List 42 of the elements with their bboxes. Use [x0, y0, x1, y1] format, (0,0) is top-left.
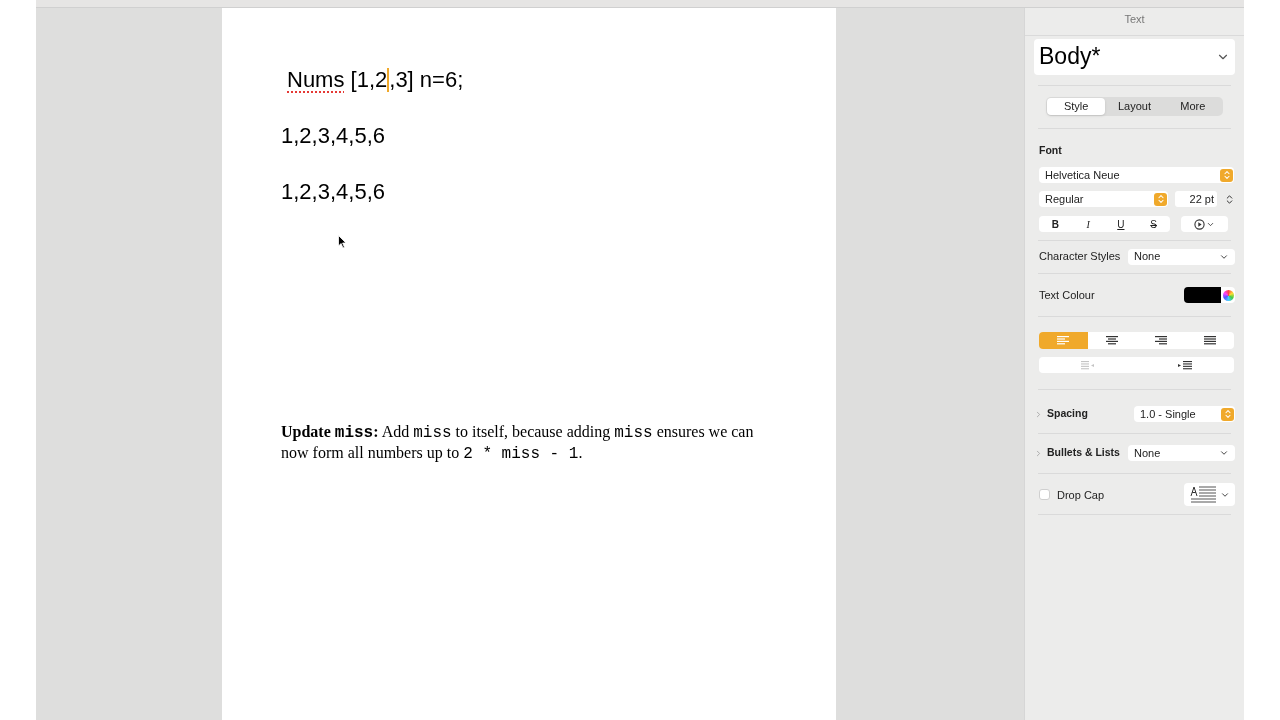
- text-cursor: [387, 68, 390, 92]
- bullets-label: Bullets & Lists: [1047, 445, 1120, 461]
- panel-title: Text: [1123, 12, 1146, 27]
- spacing-select[interactable]: 1.0 - Single: [1134, 406, 1235, 423]
- align-justify-icon: [1203, 336, 1216, 346]
- stepper-icon: [1220, 168, 1233, 182]
- font-label: Font: [1039, 142, 1063, 158]
- colour-swatch[interactable]: [1184, 287, 1221, 303]
- align-center-icon: [1106, 336, 1119, 346]
- tab[interactable]: Style: [1047, 97, 1106, 115]
- spacing-label: Spacing: [1047, 406, 1088, 422]
- drop-cap-checkbox[interactable]: [1039, 489, 1050, 501]
- format-button[interactable]: S: [1137, 216, 1170, 233]
- font-size-field[interactable]: 22 pt: [1175, 191, 1217, 208]
- text-options-button[interactable]: [1181, 216, 1228, 233]
- align-right-icon: [1154, 336, 1167, 346]
- stepper-icon: [1154, 192, 1167, 206]
- align-left-icon: [1057, 336, 1070, 346]
- tab[interactable]: Layout: [1105, 97, 1164, 115]
- play-circle-icon: [1194, 218, 1205, 230]
- typeface-select[interactable]: Regular: [1039, 191, 1168, 208]
- paragraph-style-dropdown[interactable]: Body*: [1034, 38, 1235, 75]
- stepper-icon[interactable]: [1224, 193, 1235, 205]
- text-colour-label: Text Colour: [1039, 287, 1095, 303]
- drop-cap-style-button[interactable]: [1184, 483, 1235, 507]
- paragraph: Update miss: Add miss to itself, because adding miss ensures we can now form all numbers up to 2 * miss - 1.: [281, 422, 755, 464]
- format-button[interactable]: B: [1039, 216, 1072, 233]
- drop-cap-label: Drop Cap: [1057, 487, 1105, 503]
- stepper-icon: [1221, 407, 1234, 421]
- text-line: 1,2,3,4,5,6: [281, 122, 385, 150]
- character-styles-label: Character Styles: [1039, 249, 1121, 265]
- heading-text: Nums [1,2,3] n=6;: [286, 66, 465, 94]
- mouse-pointer-icon: [338, 235, 347, 249]
- text-line: 1,2,3,4,5,6: [281, 178, 385, 206]
- tab[interactable]: More: [1163, 97, 1222, 115]
- format-button[interactable]: I: [1071, 216, 1105, 233]
- format-button[interactable]: U: [1104, 216, 1138, 233]
- font-family-select[interactable]: Helvetica Neue: [1039, 167, 1234, 184]
- character-styles-select[interactable]: None: [1128, 248, 1235, 265]
- colour-wheel-icon[interactable]: [1221, 287, 1235, 303]
- bullets-select[interactable]: None: [1128, 445, 1235, 462]
- drop-cap-icon: [1189, 486, 1216, 504]
